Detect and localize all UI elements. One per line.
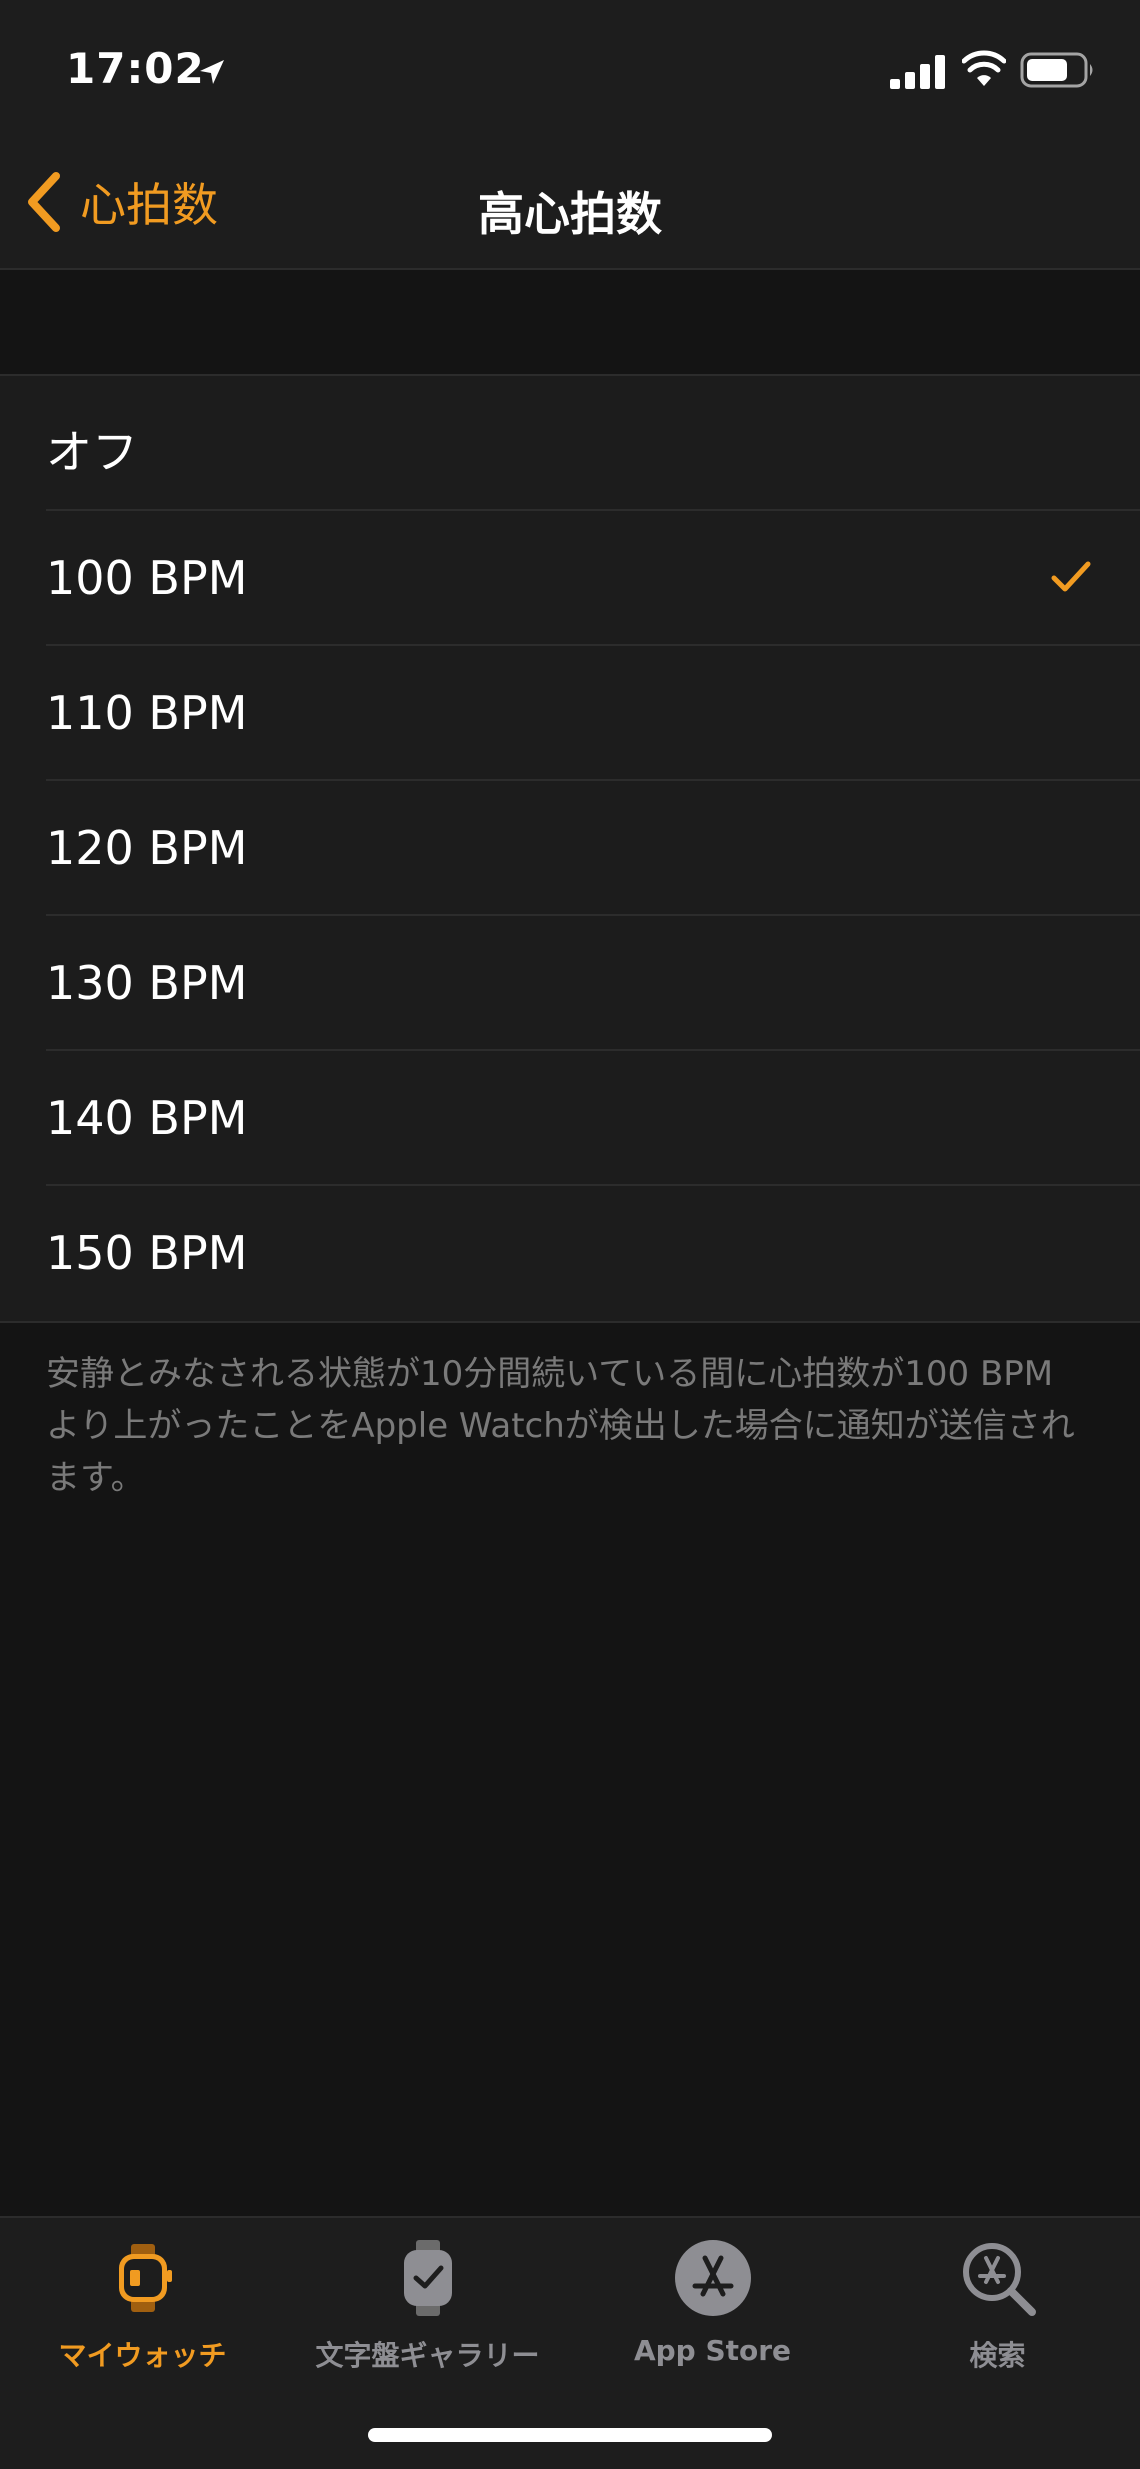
page-title: 高心拍数 (478, 187, 662, 241)
section-header-gap (0, 270, 1140, 376)
home-indicator[interactable] (368, 2428, 772, 2442)
option-row-110-bpm[interactable]: 110 BPM (0, 646, 1140, 781)
option-label: 110 BPM (46, 686, 248, 740)
navigation-bar: 心拍数 高心拍数 (0, 140, 1140, 270)
checkmark-icon (1051, 561, 1091, 592)
bpm-option-list: オフ 100 BPM 110 BPM 120 BPM 130 BPM 140 B… (0, 376, 1140, 1323)
tab-face-gallery[interactable]: 文字盤ギャラリー (285, 2236, 570, 2386)
option-row-off[interactable]: オフ (0, 376, 1140, 511)
option-label: 140 BPM (46, 1091, 248, 1145)
screen: 17:02 心拍数 高心拍数 オフ 100 BPM 110 BPM 120 BP… (0, 0, 1140, 2469)
tab-app-store[interactable]: App Store (570, 2236, 855, 2386)
option-row-130-bpm[interactable]: 130 BPM (0, 916, 1140, 1051)
my-watch-icon (118, 2244, 172, 2312)
option-label: 150 BPM (46, 1226, 248, 1280)
option-row-150-bpm[interactable]: 150 BPM (0, 1186, 1140, 1321)
status-time: 17:02 (66, 44, 205, 93)
option-row-120-bpm[interactable]: 120 BPM (0, 781, 1140, 916)
face-gallery-icon (403, 2240, 452, 2316)
search-icon (962, 2243, 1036, 2316)
cellular-signal-icon (890, 55, 945, 89)
location-arrow-icon (200, 60, 224, 84)
footer-description: 安静とみなされる状態が10分間続いている間に心拍数が100 BPMより上がったこ… (46, 1354, 1075, 1498)
app-store-icon (674, 2240, 751, 2316)
tab-label: 文字盤ギャラリー (315, 2339, 540, 2372)
tab-label: 検索 (969, 2339, 1026, 2372)
option-row-140-bpm[interactable]: 140 BPM (0, 1051, 1140, 1186)
tab-label: App Store (633, 2334, 792, 2367)
wifi-icon (962, 50, 1006, 86)
option-label: オフ (46, 425, 138, 479)
tab-label: マイウォッチ (58, 2339, 227, 2372)
option-label: 130 BPM (46, 956, 248, 1010)
tab-my-watch[interactable]: マイウォッチ (0, 2236, 285, 2386)
tab-search[interactable]: 検索 (855, 2236, 1140, 2386)
battery-icon (1020, 52, 1093, 88)
option-label: 120 BPM (46, 821, 248, 875)
status-bar: 17:02 (0, 0, 1140, 140)
option-row-100-bpm[interactable]: 100 BPM (0, 511, 1140, 646)
option-label: 100 BPM (46, 551, 248, 605)
